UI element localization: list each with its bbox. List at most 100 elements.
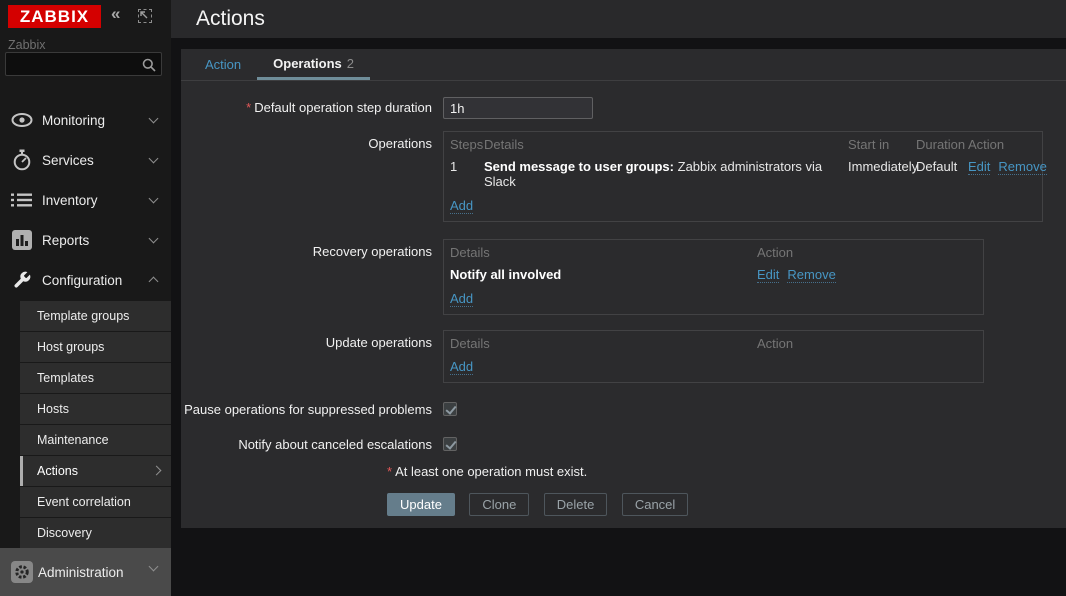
operation-step: 1 xyxy=(450,159,458,174)
collapse-sidebar-icon[interactable]: « xyxy=(111,4,120,24)
page-title: Actions xyxy=(196,7,265,30)
submenu-discovery[interactable]: Discovery xyxy=(20,518,171,548)
gear-icon xyxy=(11,561,33,583)
edit-link[interactable]: Edit xyxy=(968,159,991,175)
operations-label: Operations xyxy=(368,136,432,151)
arrow-corner-icon xyxy=(140,11,148,19)
add-recovery-operation-link[interactable]: Add xyxy=(450,291,474,307)
nav-label: Services xyxy=(42,152,94,168)
operations-table: Steps Details Start in Duration Action 1… xyxy=(443,131,1047,222)
sidebar-item-inventory[interactable]: Inventory xyxy=(0,180,171,220)
notify-canceled-row: Notify about canceled escalations xyxy=(181,437,1066,452)
operation-type: Notify all involved xyxy=(450,267,562,282)
pause-suppressed-label: Pause operations for suppressed problems xyxy=(184,402,432,417)
edit-link[interactable]: Edit xyxy=(757,267,780,283)
operations-row: Operations Steps Details Start in Durati… xyxy=(181,131,1066,222)
operation-duration: Default xyxy=(916,159,958,174)
tab-action[interactable]: Action xyxy=(189,49,257,80)
update-button[interactable]: Update xyxy=(387,493,455,516)
configuration-submenu: Template groups Host groups Templates Ho… xyxy=(20,300,171,548)
chevron-down-icon xyxy=(148,561,159,572)
chevron-up-icon xyxy=(148,276,159,287)
add-update-operation-link[interactable]: Add xyxy=(450,359,474,375)
tab-operations[interactable]: Operations 2 xyxy=(257,49,370,80)
col-details: Details xyxy=(450,245,490,260)
col-steps: Steps xyxy=(450,137,484,152)
recovery-operations-row: Recovery operations Details Action Notif… xyxy=(181,239,1066,315)
update-operations-table: Details Action Add xyxy=(443,330,984,383)
submenu-templates[interactable]: Templates xyxy=(20,363,171,393)
submenu-label: Host groups xyxy=(37,340,105,354)
recovery-operation-row: Notify all involved Edit Remove xyxy=(444,263,983,286)
update-table-header: Details Action xyxy=(444,331,983,354)
sidebar-item-services[interactable]: Services xyxy=(0,140,171,180)
chevron-down-icon xyxy=(148,113,159,124)
remove-link[interactable]: Remove xyxy=(787,267,836,283)
submenu-label: Event correlation xyxy=(37,495,131,509)
col-action: Action xyxy=(968,137,1005,152)
recovery-operations-label: Recovery operations xyxy=(312,244,432,259)
remove-link[interactable]: Remove xyxy=(998,159,1047,175)
list-icon xyxy=(9,192,35,208)
sidebar-item-administration[interactable]: Administration xyxy=(0,548,171,596)
zabbix-logo[interactable]: ZABBIX xyxy=(8,5,101,28)
submenu-template-groups[interactable]: Template groups xyxy=(20,301,171,331)
server-name: Zabbix xyxy=(8,38,46,52)
tab-count-badge: 2 xyxy=(346,55,354,71)
col-action: Action xyxy=(757,245,794,260)
col-details: Details xyxy=(484,137,524,152)
hide-sidebar-icon[interactable] xyxy=(138,9,152,23)
operation-type: Send message to user groups: xyxy=(484,159,674,174)
chevron-down-icon xyxy=(148,193,159,204)
wrench-icon xyxy=(9,270,35,290)
update-operations-label: Update operations xyxy=(325,335,432,350)
submenu-event-correlation[interactable]: Event correlation xyxy=(20,487,171,517)
submenu-label: Discovery xyxy=(37,526,92,540)
notify-canceled-checkbox[interactable] xyxy=(443,437,457,451)
chevron-down-icon xyxy=(148,153,159,164)
operation-row: 1 Send message to user groups: Zabbix ad… xyxy=(444,155,1047,193)
operations-table-header: Steps Details Start in Duration Action xyxy=(444,132,1042,155)
operation-start-in: Immediately xyxy=(848,159,919,174)
nav-label: Configuration xyxy=(42,272,123,288)
validation-message: * At least one operation must exist. xyxy=(387,464,588,479)
sidebar-search[interactable] xyxy=(5,52,162,76)
submenu-actions[interactable]: Actions xyxy=(20,456,171,486)
required-asterisk: * xyxy=(246,100,252,115)
sidebar: ZABBIX « Zabbix Monitoring Services Inve… xyxy=(0,0,171,596)
sidebar-item-reports[interactable]: Reports xyxy=(0,220,171,260)
search-icon[interactable] xyxy=(142,58,156,72)
recovery-operations-table: Details Action Notify all involved Edit R… xyxy=(443,239,984,315)
pause-suppressed-checkbox[interactable] xyxy=(443,402,457,416)
delete-button[interactable]: Delete xyxy=(543,493,608,516)
nav-label: Reports xyxy=(42,232,90,248)
nav-label: Administration xyxy=(38,564,124,580)
submenu-label: Hosts xyxy=(37,402,69,416)
submenu-label: Template groups xyxy=(37,309,130,323)
submenu-hosts[interactable]: Hosts xyxy=(20,394,171,424)
tab-bar: Action Operations 2 xyxy=(181,49,1066,81)
step-duration-row: * Default operation step duration xyxy=(181,97,1066,119)
bar-chart-icon xyxy=(9,230,35,250)
eye-icon xyxy=(9,112,35,128)
sidebar-item-monitoring[interactable]: Monitoring xyxy=(0,100,171,140)
sidebar-nav: Monitoring Services Inventory Reports Co… xyxy=(0,100,171,300)
submenu-host-groups[interactable]: Host groups xyxy=(20,332,171,362)
submenu-label: Maintenance xyxy=(37,433,109,447)
col-details: Details xyxy=(450,336,490,351)
page-header: Actions xyxy=(171,0,1066,38)
submenu-maintenance[interactable]: Maintenance xyxy=(20,425,171,455)
step-duration-label: * Default operation step duration xyxy=(246,100,432,115)
sidebar-item-configuration[interactable]: Configuration xyxy=(0,260,171,300)
clone-button[interactable]: Clone xyxy=(469,493,530,516)
submenu-label: Actions xyxy=(37,464,78,478)
stopwatch-icon xyxy=(9,149,35,171)
submenu-label: Templates xyxy=(37,371,94,385)
step-duration-input[interactable] xyxy=(443,97,593,119)
cancel-button[interactable]: Cancel xyxy=(621,493,689,516)
add-operation-link[interactable]: Add xyxy=(450,198,474,214)
col-action: Action xyxy=(757,336,794,351)
search-input[interactable] xyxy=(12,54,140,74)
pause-suppressed-row: Pause operations for suppressed problems xyxy=(181,402,1066,417)
recovery-table-header: Details Action xyxy=(444,240,983,263)
